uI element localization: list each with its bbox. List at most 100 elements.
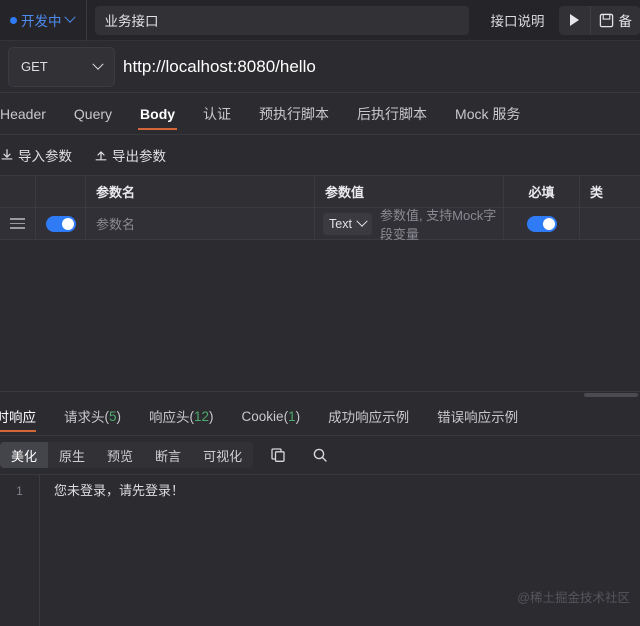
header-type-col: 类 [580,176,640,207]
response-tabs: 实时响应 请求头 (5) 响应头 (12) Cookie (1) 成功响应示例 … [0,397,640,436]
header-enable-col [36,176,86,207]
line-number: 1 [16,484,23,498]
export-icon [94,148,108,162]
response-tab-realtime-label: 实时响应 [0,410,36,425]
save-icon [599,13,614,28]
header-param-name-label: 参数名 [96,185,136,200]
view-mode-preview[interactable]: 预览 [96,442,144,468]
param-type-select[interactable]: Text [323,212,372,235]
run-request-button[interactable] [559,5,591,35]
api-client-window: 开发中 业务接口 接口说明 备 GET http://localhost:808… [0,0,640,626]
param-io-row: 导入参数 导出参数 [0,135,640,175]
tab-body-label: Body [140,105,176,122]
param-table: 参数名 参数值 必填 类 参数名 Text 参数值, 支持Mock字段变量 [0,175,640,243]
tab-pre-script[interactable]: 预执行脚本 [245,93,343,134]
response-tab-response-headers[interactable]: 响应头 (12) [135,397,228,435]
response-view-toolbar: 美化 原生 预览 断言 可视化 [0,436,640,474]
api-doc-label: 接口说明 [490,14,545,29]
response-tab-realtime[interactable]: 实时响应 [0,397,50,435]
url-input[interactable]: http://localhost:8080/hello [123,47,632,87]
import-params-button[interactable]: 导入参数 [0,145,72,165]
header-param-value: 参数值 [315,176,504,207]
copy-response-button[interactable] [261,442,295,468]
tab-auth-label: 认证 [203,105,232,122]
toggle-switch-on [526,215,557,232]
view-mode-visualize-label: 可视化 [203,448,243,464]
row-required-toggle[interactable] [504,208,580,239]
api-name-field[interactable]: 业务接口 [94,5,469,35]
url-bar: GET http://localhost:8080/hello [0,41,640,93]
tab-header[interactable]: Header [0,93,60,134]
import-icon [0,148,14,162]
line-number-gutter: 1 [0,475,40,626]
api-doc-button[interactable]: 接口说明 [477,0,559,41]
search-icon [312,447,328,463]
header-required: 必填 [504,176,580,207]
row-enable-toggle[interactable] [36,208,86,239]
api-name-text: 业务接口 [104,14,159,29]
response-tab-request-headers[interactable]: 请求头 (5) [50,397,135,435]
export-params-label: 导出参数 [112,149,166,164]
header-required-label: 必填 [528,185,555,200]
search-response-button[interactable] [303,442,337,468]
view-mode-raw[interactable]: 原生 [48,442,96,468]
drag-handle-icon[interactable] [0,208,36,239]
response-headers-count: 12 [194,408,210,424]
header-param-name: 参数名 [86,176,315,207]
view-mode-assert[interactable]: 断言 [144,442,192,468]
response-tab-request-headers-label: 请求头 [64,410,105,425]
row-type-col [580,208,640,239]
tab-mock-service[interactable]: Mock 服务 [441,93,534,134]
param-name-input[interactable]: 参数名 [86,208,315,239]
tab-body[interactable]: Body [126,93,189,134]
view-mode-segmented-control: 美化 原生 预览 断言 可视化 [0,442,254,468]
response-line-text: 您未登录，请先登录！ [54,483,185,498]
tab-auth[interactable]: 认证 [189,93,245,134]
response-tab-cookie[interactable]: Cookie (1) [228,397,315,435]
response-tab-success-example-label: 成功响应示例 [328,410,410,425]
view-mode-assert-label: 断言 [155,448,182,464]
header-type-label: 类 [590,185,604,200]
response-tab-success-example[interactable]: 成功响应示例 [314,397,423,435]
response-code-area[interactable]: 您未登录，请先登录！ [40,475,640,626]
http-method-select[interactable]: GET [8,46,115,87]
response-tab-response-headers-label: 响应头 [149,410,190,425]
param-value-input[interactable]: 参数值, 支持Mock字段变量 [380,205,503,243]
tab-header-label: Header [0,105,46,122]
http-method-value: GET [21,59,48,74]
tab-mock-service-label: Mock 服务 [455,105,521,122]
tab-post-script-label: 后执行脚本 [357,105,428,122]
response-tab-cookie-label: Cookie [241,408,284,424]
tab-post-script[interactable]: 后执行脚本 [343,93,441,134]
view-mode-raw-label: 原生 [59,448,86,464]
save-button[interactable]: 备 [591,6,640,35]
export-params-button[interactable]: 导出参数 [94,145,166,165]
count-close-paren: ) [209,408,214,424]
header-param-value-label: 参数值 [325,185,365,200]
import-params-label: 导入参数 [18,149,72,164]
view-mode-beautify[interactable]: 美化 [0,442,49,468]
param-type-value: Text [329,216,352,231]
blue-dot-icon [10,16,17,24]
header-drag-col [0,176,36,207]
response-tab-error-example[interactable]: 错误响应示例 [423,397,532,435]
chevron-down-icon [63,11,76,23]
save-label: 备 [618,14,633,29]
horizontal-scrollbar[interactable] [584,393,638,397]
tab-query[interactable]: Query [60,93,126,134]
api-status-dropdown[interactable]: 开发中 [0,0,87,41]
request-headers-count: 5 [109,408,117,424]
table-row[interactable]: 参数名 Text 参数值, 支持Mock字段变量 [0,205,640,243]
url-text: http://localhost:8080/hello [123,56,316,76]
count-close-paren: ) [295,408,301,424]
view-mode-beautify-label: 美化 [11,448,38,464]
chevron-down-icon [92,58,104,70]
response-tab-error-example-label: 错误响应示例 [437,410,519,425]
response-body-viewer[interactable]: 1 您未登录，请先登录！ @稀土掘金技术社区 [0,474,640,626]
drag-handle-lines [10,218,25,229]
play-icon [569,14,579,26]
chevron-down-icon [356,215,368,227]
api-status-label: 开发中 [21,14,62,29]
cookie-count: 1 [288,408,296,424]
view-mode-visualize[interactable]: 可视化 [192,442,253,468]
